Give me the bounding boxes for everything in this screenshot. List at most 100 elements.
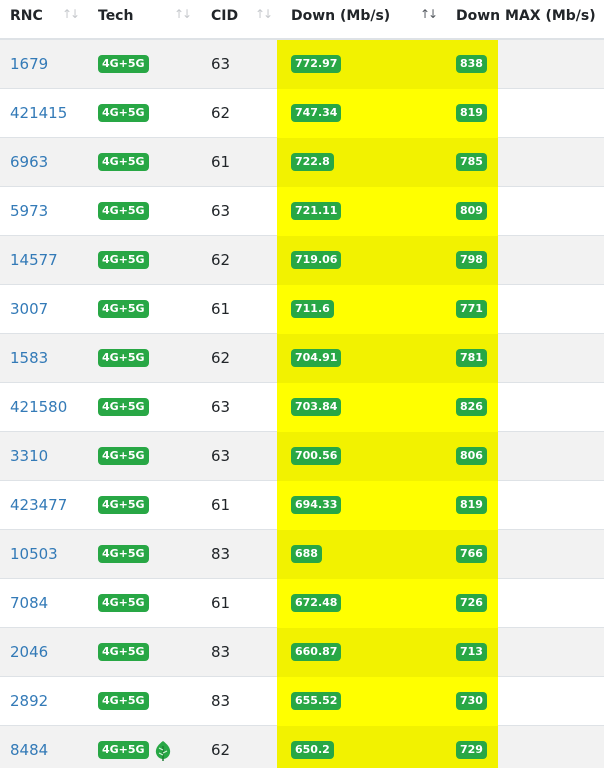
down-max-badge: 785 [456, 153, 487, 171]
down-max-badge: 726 [456, 594, 487, 612]
sort-descending-icon[interactable]: ↑↓ [420, 0, 438, 32]
cell-table: RNC ↑↓ Tech ↑↓ CID ↑↓ Down (Mb/s) ↑↓ Dow… [0, 0, 604, 768]
rnc-link[interactable]: 10503 [10, 530, 58, 579]
down-max-badge: 819 [456, 104, 487, 122]
tech-badge: 4G+5G [98, 153, 149, 171]
table-row: 1679 4G+5G 63 772.97 838 [0, 40, 604, 89]
rnc-link[interactable]: 421415 [10, 89, 67, 138]
table-row: 8484 4G+5G 62 650.2 729 [0, 726, 604, 768]
down-speed-badge: 660.87 [291, 643, 342, 661]
down-speed-badge: 719.06 [291, 251, 342, 269]
rnc-link[interactable]: 2046 [10, 628, 48, 677]
down-speed-badge: 655.52 [291, 692, 342, 710]
tech-badge: 4G+5G [98, 398, 149, 416]
column-header-down-max[interactable]: Down MAX (Mb/s) [456, 0, 596, 38]
down-max-badge: 826 [456, 398, 487, 416]
rnc-link[interactable]: 3007 [10, 285, 48, 334]
tech-badge: 4G+5G [98, 251, 149, 269]
tech-badge: 4G+5G [98, 496, 149, 514]
cid-value: 62 [211, 104, 231, 122]
cid-value: 61 [211, 594, 231, 612]
table-row: 14577 4G+5G 62 719.06 798 [0, 236, 604, 285]
table-row: 5973 4G+5G 63 721.11 809 [0, 187, 604, 236]
cid-value: 61 [211, 300, 231, 318]
tech-badge: 4G+5G [98, 349, 149, 367]
down-max-badge: 838 [456, 55, 487, 73]
tech-badge: 4G+5G [98, 300, 149, 318]
down-max-badge: 781 [456, 349, 487, 367]
table-row: 421580 4G+5G 63 703.84 826 [0, 383, 604, 432]
table-row: 7084 4G+5G 61 672.48 726 [0, 579, 604, 628]
down-max-badge: 809 [456, 202, 487, 220]
tech-badge: 4G+5G [98, 447, 149, 465]
rnc-link[interactable]: 423477 [10, 481, 67, 530]
down-speed-badge: 703.84 [291, 398, 342, 416]
cid-value: 63 [211, 398, 231, 416]
sort-icon[interactable]: ↑↓ [255, 0, 273, 32]
rnc-link[interactable]: 8484 [10, 726, 48, 768]
cid-value: 62 [211, 349, 231, 367]
table-row: 3310 4G+5G 63 700.56 806 [0, 432, 604, 481]
down-speed-badge: 704.91 [291, 349, 342, 367]
cid-value: 63 [211, 447, 231, 465]
down-speed-badge: 747.34 [291, 104, 342, 122]
table-row: 6963 4G+5G 61 722.8 785 [0, 138, 604, 187]
sort-icon[interactable]: ↑↓ [174, 0, 192, 32]
down-max-badge: 771 [456, 300, 487, 318]
down-speed-badge: 722.8 [291, 153, 334, 171]
tech-badge: 4G+5G [98, 55, 149, 73]
down-max-badge: 798 [456, 251, 487, 269]
rnc-link[interactable]: 5973 [10, 187, 48, 236]
down-max-badge: 819 [456, 496, 487, 514]
table-row: 421415 4G+5G 62 747.34 819 [0, 89, 604, 138]
rnc-link[interactable]: 3310 [10, 432, 48, 481]
down-speed-badge: 650.2 [291, 741, 334, 759]
down-speed-badge: 688 [291, 545, 322, 563]
rnc-link[interactable]: 2892 [10, 677, 48, 726]
green-leaf-icon [155, 741, 171, 761]
sort-icon[interactable]: ↑↓ [62, 0, 80, 32]
table-body: 1679 4G+5G 63 772.97 838 421415 4G+5G 62 747.34 8… [0, 40, 604, 768]
rnc-link[interactable]: 1583 [10, 334, 48, 383]
tech-badge: 4G+5G [98, 104, 149, 122]
tech-badge: 4G+5G [98, 741, 149, 759]
tech-badge: 4G+5G [98, 692, 149, 710]
cid-value: 62 [211, 741, 231, 759]
column-header-down[interactable]: Down (Mb/s) [291, 0, 390, 38]
down-max-badge: 766 [456, 545, 487, 563]
tech-badge: 4G+5G [98, 545, 149, 563]
down-max-badge: 730 [456, 692, 487, 710]
cid-value: 83 [211, 643, 231, 661]
rnc-link[interactable]: 421580 [10, 383, 67, 432]
table-row: 2892 4G+5G 83 655.52 730 [0, 677, 604, 726]
column-header-cid[interactable]: CID [211, 0, 238, 38]
down-max-badge: 713 [456, 643, 487, 661]
column-header-tech[interactable]: Tech [98, 0, 133, 38]
cid-value: 62 [211, 251, 231, 269]
down-max-badge: 729 [456, 741, 487, 759]
rnc-link[interactable]: 7084 [10, 579, 48, 628]
down-speed-badge: 672.48 [291, 594, 342, 612]
table-row: 3007 4G+5G 61 711.6 771 [0, 285, 604, 334]
rnc-link[interactable]: 6963 [10, 138, 48, 187]
down-speed-badge: 700.56 [291, 447, 342, 465]
cid-value: 63 [211, 55, 231, 73]
rnc-link[interactable]: 1679 [10, 40, 48, 89]
down-speed-badge: 772.97 [291, 55, 342, 73]
cid-value: 83 [211, 692, 231, 710]
tech-badge: 4G+5G [98, 643, 149, 661]
rnc-link[interactable]: 14577 [10, 236, 58, 285]
table-header: RNC ↑↓ Tech ↑↓ CID ↑↓ Down (Mb/s) ↑↓ Dow… [0, 0, 604, 40]
down-speed-badge: 721.11 [291, 202, 342, 220]
table-row: 1583 4G+5G 62 704.91 781 [0, 334, 604, 383]
tech-badge: 4G+5G [98, 202, 149, 220]
table-row: 423477 4G+5G 61 694.33 819 [0, 481, 604, 530]
down-speed-badge: 694.33 [291, 496, 342, 514]
table-row: 2046 4G+5G 83 660.87 713 [0, 628, 604, 677]
cid-value: 61 [211, 496, 231, 514]
column-header-rnc[interactable]: RNC [10, 0, 43, 38]
tech-badge: 4G+5G [98, 594, 149, 612]
cid-value: 63 [211, 202, 231, 220]
table-row: 10503 4G+5G 83 688 766 [0, 530, 604, 579]
cid-value: 83 [211, 545, 231, 563]
